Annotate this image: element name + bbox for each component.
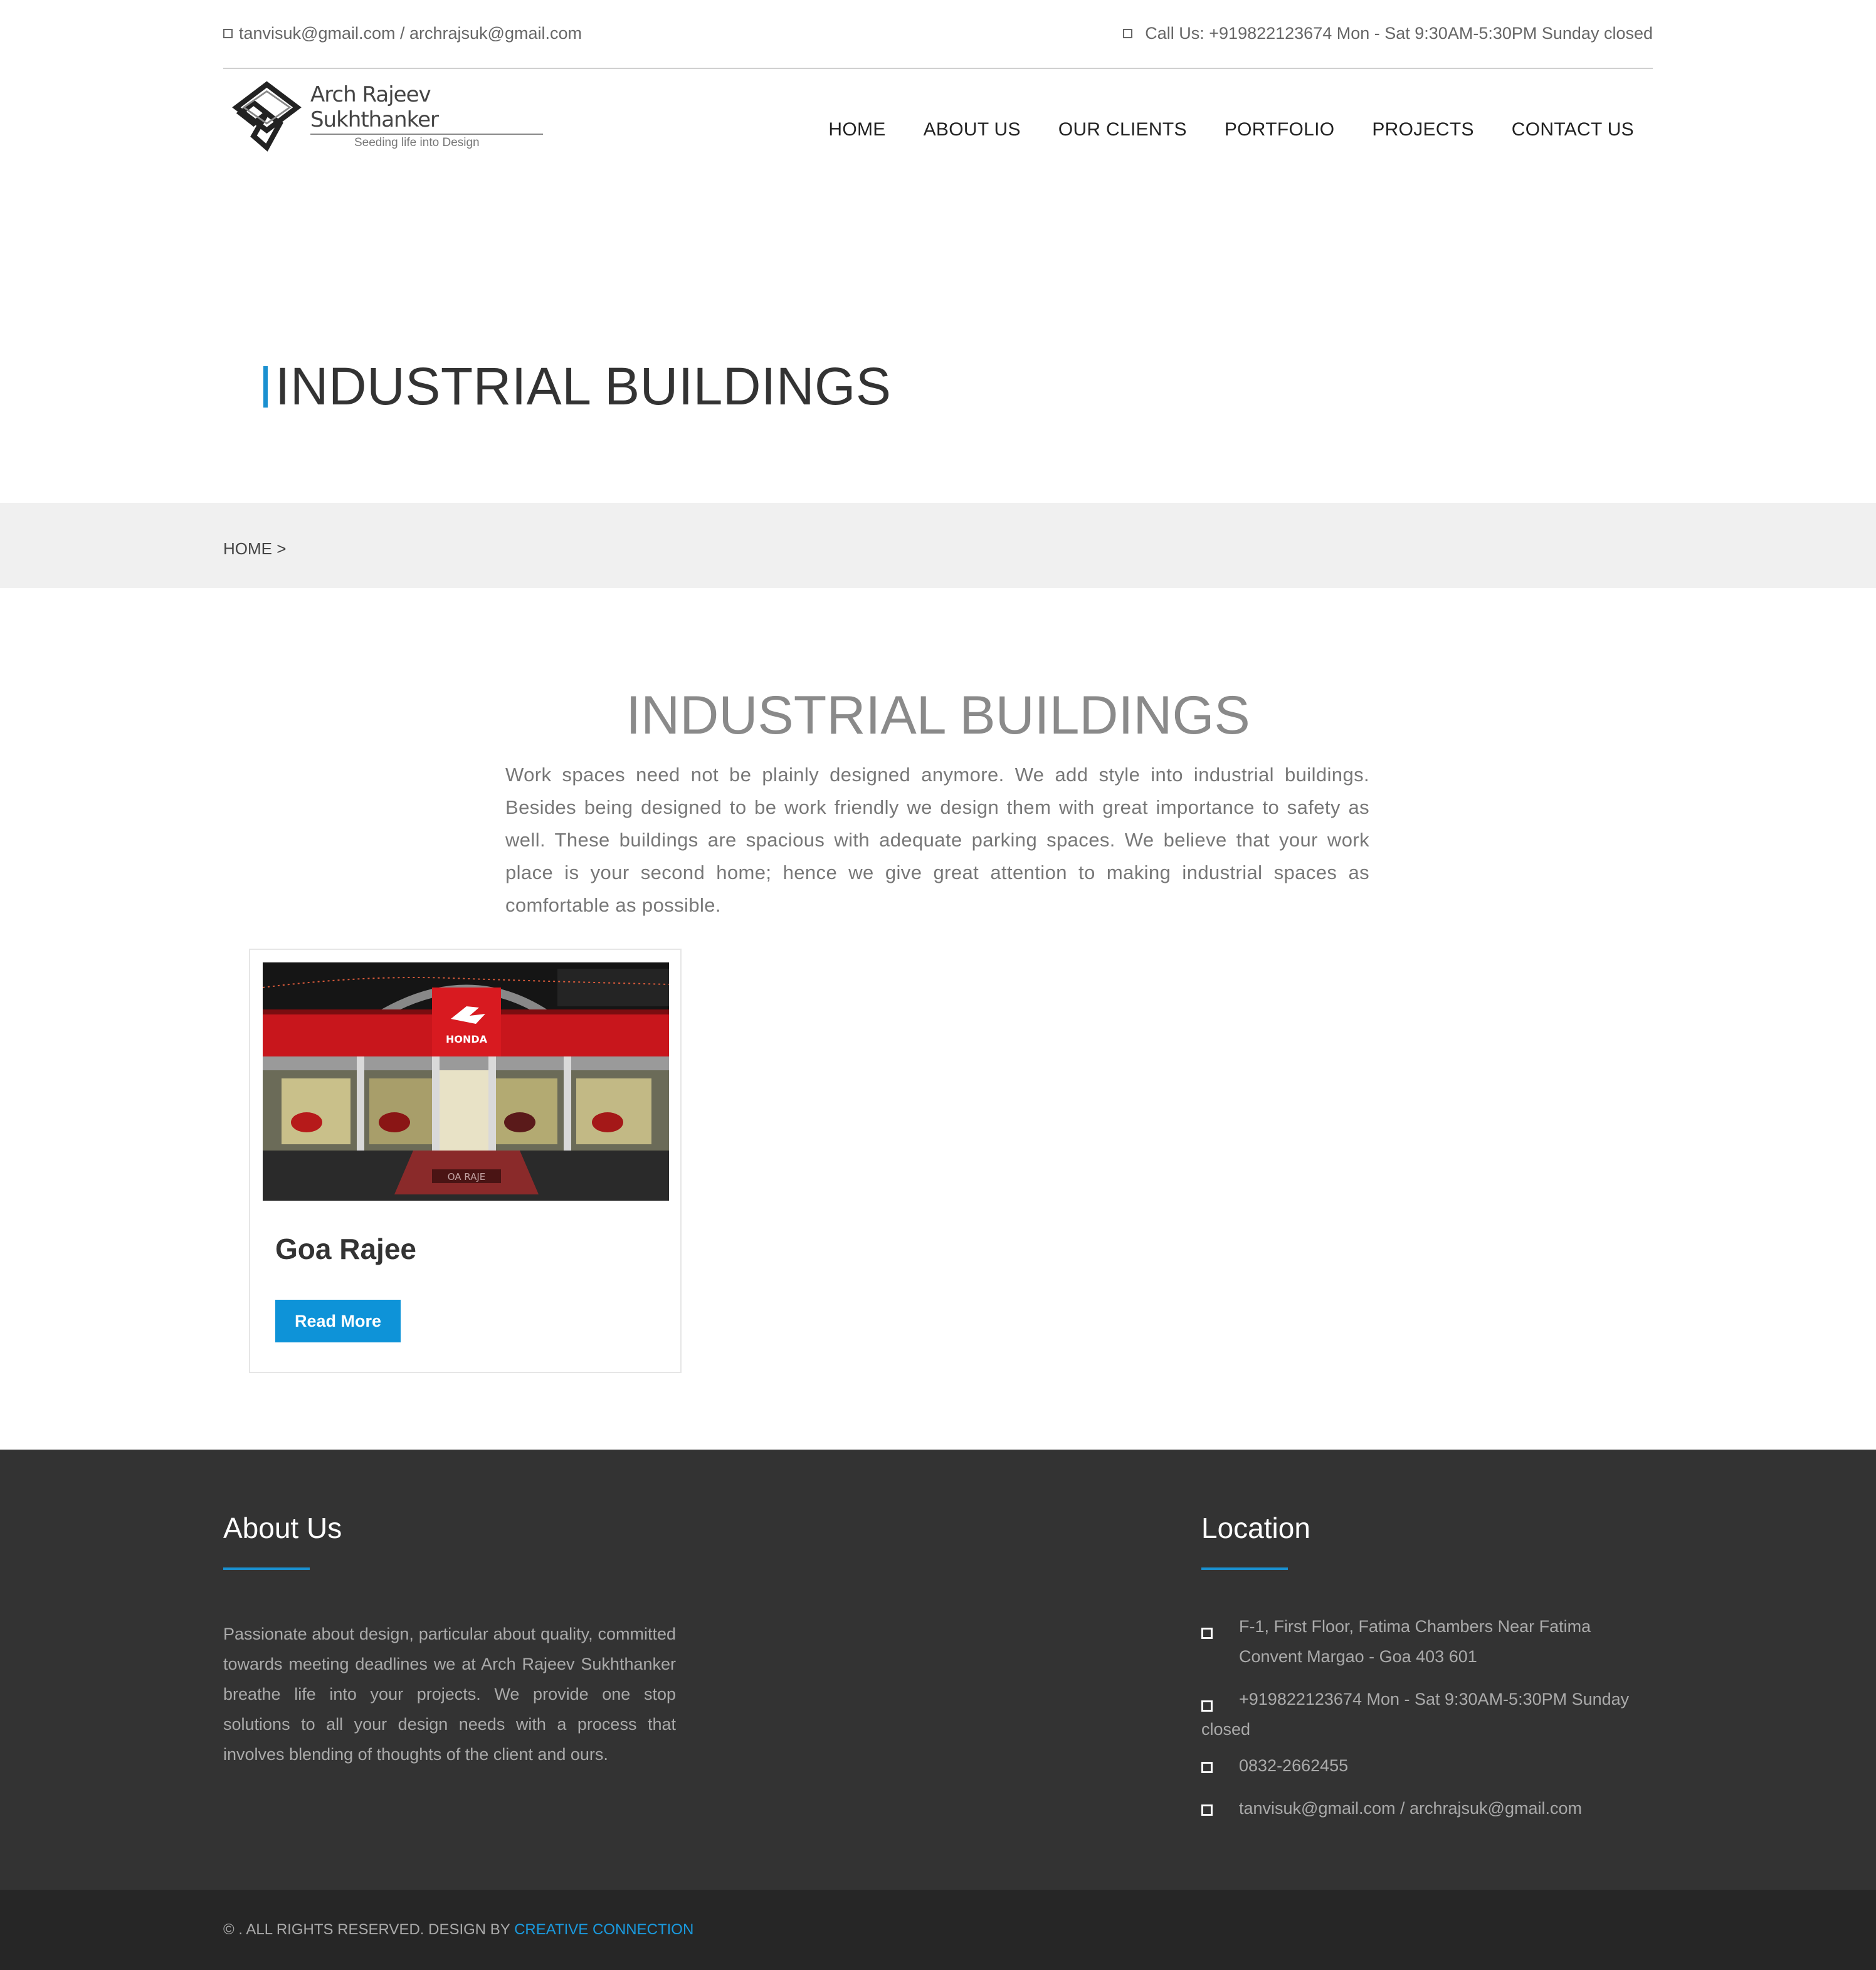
nav-portfolio[interactable]: PORTFOLIO — [1225, 119, 1335, 140]
read-more-button[interactable]: Read More — [275, 1300, 401, 1342]
location-address: F-1, First Floor, Fatima Chambers Near F… — [1201, 1611, 1653, 1672]
phone-line-1: +919822123674 Mon - Sat 9:30AM-5:30PM Su… — [1239, 1690, 1630, 1709]
phone-line-2: closed — [1201, 1720, 1251, 1739]
phone-icon — [1201, 1700, 1213, 1712]
top-phone: Call Us: +919822123674 Mon - Sat 9:30AM-… — [1123, 24, 1653, 43]
top-phone-text: Call Us: +919822123674 Mon - Sat 9:30AM-… — [1145, 24, 1653, 43]
project-title[interactable]: Goa Rajee — [275, 1232, 416, 1266]
address-line-1: F-1, First Floor, Fatima Chambers Near F… — [1239, 1617, 1591, 1636]
landline-text: 0832-2662455 — [1239, 1756, 1349, 1775]
fax-icon — [1201, 1762, 1213, 1773]
footer-about-underline — [223, 1567, 310, 1570]
footer-about-text: Passionate about design, particular abou… — [223, 1625, 676, 1764]
bottom-bar: © . ALL RIGHTS RESERVED. DESIGN BY CREAT… — [0, 1890, 1876, 1970]
phone-icon — [1123, 29, 1133, 38]
top-bar: tanvisuk@gmail.com / archrajsuk@gmail.co… — [223, 0, 1653, 69]
project-card: HONDA OA RAJE Goa Rajee Read More — [249, 949, 682, 1373]
top-email-text[interactable]: tanvisuk@gmail.com / archrajsuk@gmail.co… — [239, 24, 582, 43]
footer: About Us Passionate about design, partic… — [0, 1450, 1876, 1890]
breadcrumb[interactable]: HOME > — [223, 539, 286, 559]
location-phone: +919822123674 Mon - Sat 9:30AM-5:30PM Su… — [1201, 1684, 1653, 1744]
logo-text: Arch Rajeev Sukhthanker Seeding life int… — [310, 82, 543, 150]
nav-home[interactable]: HOME — [828, 119, 885, 140]
envelope-icon — [1201, 1804, 1213, 1816]
section-description: Work spaces need not be plainly designed… — [505, 764, 1369, 916]
nav-contact-us[interactable]: CONTACT US — [1512, 119, 1634, 140]
breadcrumb-strip: HOME > — [0, 503, 1876, 588]
top-email[interactable]: tanvisuk@gmail.com / archrajsuk@gmail.co… — [223, 24, 582, 43]
page-title-text: INDUSTRIAL BUILDINGS — [275, 357, 892, 416]
main-nav: HOME ABOUT US OUR CLIENTS PORTFOLIO PROJ… — [791, 119, 1634, 140]
nav-projects[interactable]: PROJECTS — [1372, 119, 1473, 140]
logo-name: Arch Rajeev Sukhthanker — [310, 82, 543, 135]
title-accent-bar — [263, 366, 268, 408]
designer-link[interactable]: CREATIVE CONNECTION — [514, 1921, 693, 1938]
logo[interactable]: Arch Rajeev Sukhthanker Seeding life int… — [229, 75, 543, 157]
logo-tagline: Seeding life into Design — [354, 136, 480, 149]
location-email[interactable]: tanvisuk@gmail.com / archrajsuk@gmail.co… — [1201, 1793, 1653, 1823]
map-marker-icon — [1201, 1628, 1213, 1639]
project-image[interactable]: HONDA OA RAJE — [263, 962, 669, 1201]
envelope-icon — [223, 29, 233, 38]
location-landline: 0832-2662455 — [1201, 1751, 1653, 1781]
copyright: © . ALL RIGHTS RESERVED. DESIGN BY CREAT… — [223, 1921, 693, 1939]
honda-showroom-image: HONDA OA RAJE — [263, 962, 669, 1201]
page-title: INDUSTRIAL BUILDINGS — [263, 356, 891, 417]
image-sign-text: HONDA — [446, 1033, 488, 1045]
address-line-2: Convent Margao - Goa 403 601 — [1239, 1647, 1477, 1666]
footer-location-heading: Location — [1201, 1512, 1310, 1544]
logo-mark-icon — [232, 81, 302, 152]
footer-about-heading: About Us — [223, 1512, 342, 1544]
footer-location-underline — [1201, 1567, 1288, 1570]
section-title: INDUSTRIAL BUILDINGS — [626, 685, 1250, 745]
site-header: Arch Rajeev Sukhthanker Seeding life int… — [223, 69, 1653, 163]
image-plate-text: OA RAJE — [448, 1171, 486, 1183]
copyright-text: © . ALL RIGHTS RESERVED. DESIGN BY — [223, 1921, 510, 1938]
nav-about-us[interactable]: ABOUT US — [924, 119, 1021, 140]
footer-email-text[interactable]: tanvisuk@gmail.com / archrajsuk@gmail.co… — [1201, 1793, 1653, 1823]
nav-our-clients[interactable]: OUR CLIENTS — [1058, 119, 1187, 140]
